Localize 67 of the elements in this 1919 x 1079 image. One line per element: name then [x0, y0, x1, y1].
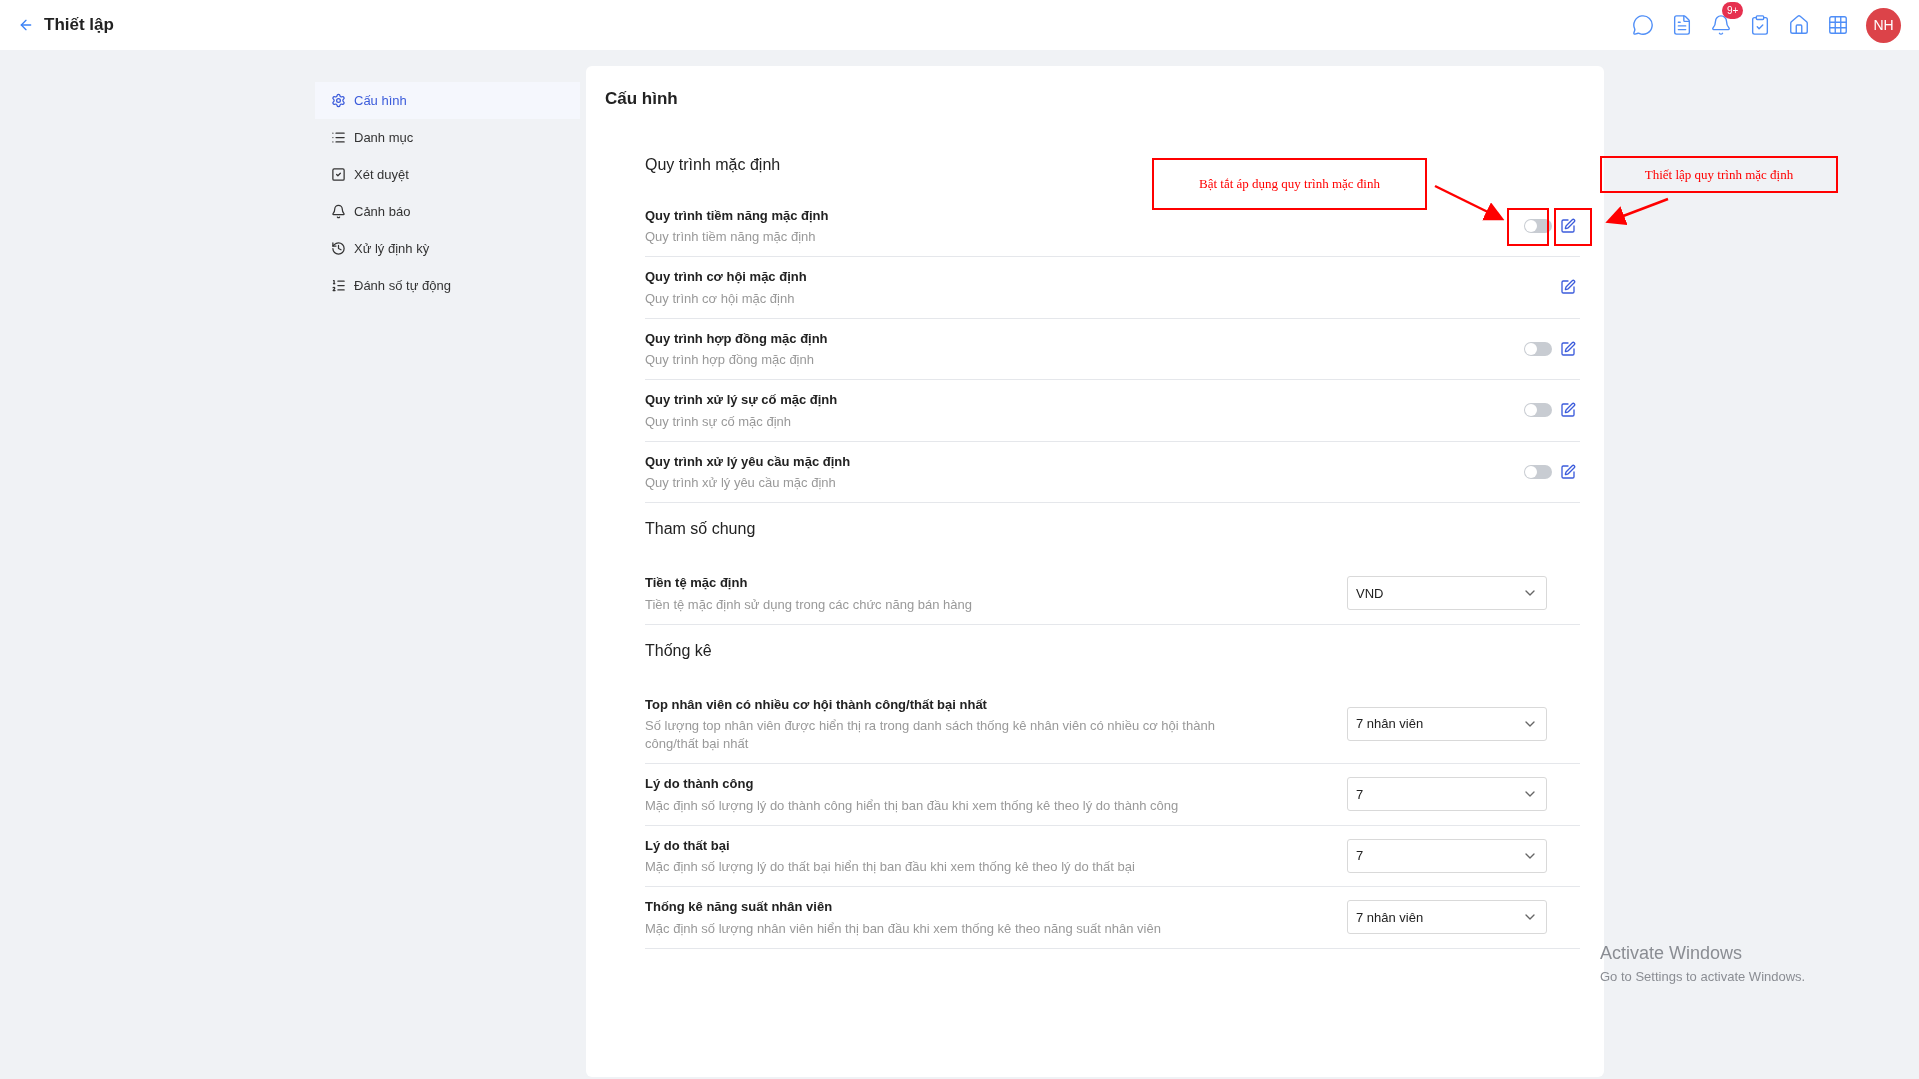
setting-label: Quy trình xử lý yêu cầu mặc định [645, 452, 852, 471]
numbered-list-icon [331, 278, 346, 293]
setting-description: Quy trình sự cố mặc định [645, 412, 792, 431]
toggle-switch[interactable] [1524, 218, 1552, 233]
sidebar-item[interactable]: Đánh số tự động [315, 267, 580, 304]
setting-label: Quy trình xử lý sự cố mặc định [645, 391, 839, 409]
dropdown-select[interactable]: VND [1347, 576, 1547, 611]
activation-title: Activate Windows [1600, 942, 1744, 965]
clipboard-check-icon[interactable] [1749, 14, 1771, 36]
annotation-callout: Thiết lập quy trình mặc định [1600, 156, 1838, 193]
user-avatar[interactable]: NH [1866, 7, 1901, 43]
annotation-arrow [1434, 184, 1505, 221]
edit-icon[interactable] [1560, 340, 1576, 357]
annotation-callout: Bật tắt áp dụng quy trình mặc đinh [1152, 158, 1427, 210]
setting-description: Quy trình tiềm năng mặc định [645, 228, 817, 246]
setting-label: Quy trình tiềm năng mặc định [645, 206, 830, 225]
home-icon[interactable] [1788, 14, 1810, 36]
setting-label: Thống kê năng suất nhân viên [645, 898, 834, 916]
setting-description: Quy trình hợp đồng mặc định [645, 351, 815, 369]
setting-description: Số lượng top nhân viên được hiển thị ra trong danh sách thống kê nhân viên có nhiều cơ hội thành công/thất bại nhất [645, 717, 1216, 753]
annotation-arrow [1605, 197, 1669, 226]
setting-description: Mặc định số lượng lý do thành công hiển thị ban đầu khi xem thống kê theo lý do thành công [645, 796, 1180, 815]
checkbox-icon [331, 167, 346, 182]
sidebar-item[interactable]: Cảnh báo [315, 193, 580, 230]
document-icon[interactable] [1671, 14, 1693, 36]
setting-description: Quy trình cơ hội mặc định [645, 289, 796, 308]
apps-grid-icon[interactable] [1827, 14, 1849, 36]
edit-icon[interactable] [1560, 463, 1576, 480]
sidebar-item[interactable]: Danh mục [315, 119, 580, 156]
gear-icon [331, 93, 346, 108]
highlight-frame [1507, 208, 1549, 246]
setting-label: Lý do thất bại [645, 836, 731, 855]
dropdown-select[interactable]: 7 nhân viên [1347, 900, 1547, 935]
page-title: Thiết lập [44, 14, 114, 37]
setting-label: Tiền tệ mặc định [645, 574, 749, 592]
setting-description: Quy trình xử lý yêu cầu mặc định [645, 474, 837, 492]
bell-icon[interactable] [1710, 14, 1732, 36]
sidebar-item[interactable]: Xử lý định kỳ [315, 230, 580, 267]
chat-bubble-icon[interactable] [1632, 14, 1654, 36]
dropdown-select[interactable]: 7 nhân viên [1347, 706, 1547, 741]
setting-label: Quy trình hợp đồng mặc định [645, 329, 829, 348]
section-title: Thống kê [645, 640, 713, 661]
card-title: Cấu hình [605, 88, 679, 110]
toggle-switch[interactable] [1524, 403, 1552, 418]
setting-description: Mặc định số lượng lý do thất bại hiển thị ban đầu khi xem thống kê theo lý do thất bại [645, 858, 1136, 876]
edit-icon[interactable] [1560, 217, 1576, 234]
notification-badge: 9+ [1722, 2, 1744, 19]
setting-label: Quy trình cơ hội mặc định [645, 268, 808, 286]
history-icon [331, 241, 346, 256]
toggle-switch[interactable] [1524, 341, 1552, 356]
toggle-switch[interactable] [1524, 464, 1552, 479]
setting-description: Mặc định số lượng nhân viên hiển thị ban đầu khi xem thống kê theo năng suất nhân viên [645, 919, 1162, 938]
section-title: Quy trình mặc định [645, 154, 782, 175]
section-title: Tham số chung [645, 519, 757, 539]
dropdown-select[interactable]: 7 [1347, 777, 1547, 812]
list-icon [331, 130, 346, 145]
sidebar-item[interactable]: Xét duyệt [315, 156, 580, 193]
sidebar-item[interactable]: Cấu hình [315, 82, 580, 119]
highlight-frame [1554, 208, 1592, 246]
setting-label: Top nhân viên có nhiều cơ hội thành công/thất bại nhất [645, 695, 988, 714]
activation-subtitle: Go to Settings to activate Windows. [1600, 968, 1806, 986]
dropdown-select[interactable]: 7 [1347, 838, 1547, 873]
edit-icon[interactable] [1560, 402, 1576, 419]
setting-description: Tiền tệ mặc định sử dụng trong các chức năng bán hàng [645, 595, 973, 614]
setting-label: Lý do thành công [645, 775, 755, 793]
bell-icon [331, 204, 346, 219]
edit-icon[interactable] [1560, 279, 1576, 296]
